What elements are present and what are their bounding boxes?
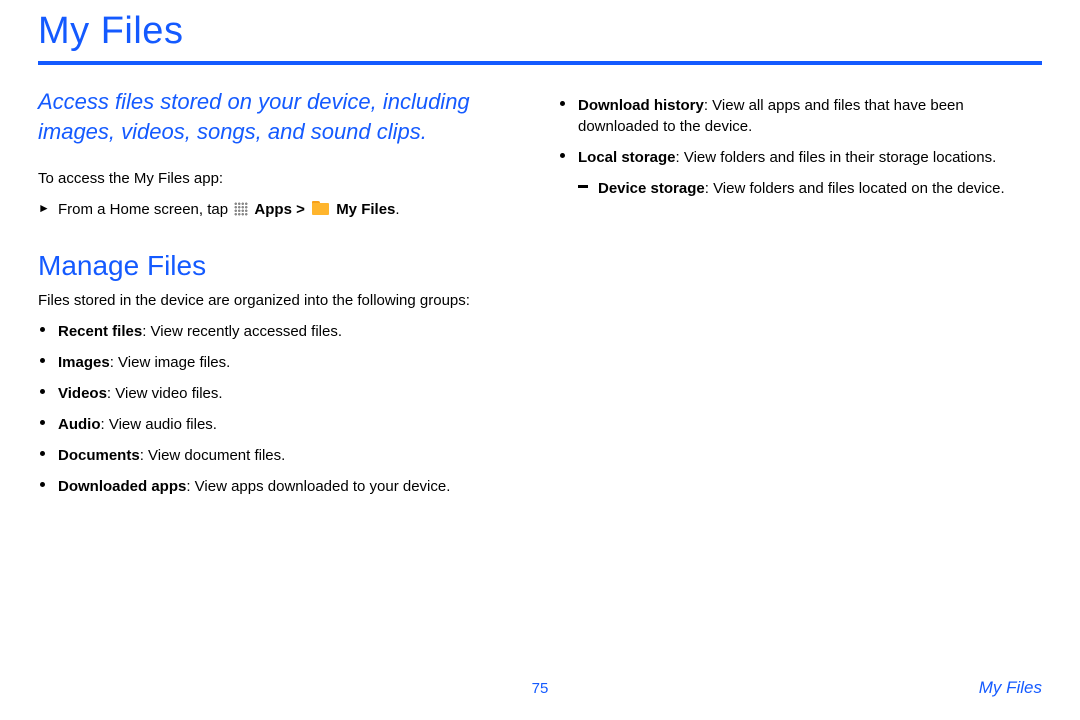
apps-grid-icon (234, 202, 248, 216)
list-item: Audio: View audio files. (38, 414, 522, 435)
list-item: Documents: View document files. (38, 445, 522, 466)
step-myfiles-label: My Files (336, 201, 395, 218)
page-title: My Files (38, 10, 1042, 65)
left-list: Recent files: View recently accessed fil… (38, 321, 522, 497)
footer-breadcrumb: My Files (548, 678, 1042, 698)
groups-intro: Files stored in the device are organized… (38, 290, 522, 311)
step-period: . (395, 201, 399, 218)
step-separator: > (292, 201, 309, 218)
sub-list-item: Device storage: View folders and files l… (578, 178, 1042, 199)
nav-step: ► From a Home screen, tap Apps > My File… (38, 199, 522, 220)
list-item: Downloaded apps: View apps downloaded to… (38, 476, 522, 497)
right-list: Download history: View all apps and file… (558, 95, 1042, 199)
right-column: Download history: View all apps and file… (558, 87, 1042, 507)
access-intro: To access the My Files app: (38, 168, 522, 189)
list-item: Recent files: View recently accessed fil… (38, 321, 522, 342)
list-item: Images: View image files. (38, 352, 522, 373)
folder-icon (312, 201, 329, 216)
list-item: Videos: View video files. (38, 383, 522, 404)
step-prefix: From a Home screen, tap (58, 201, 232, 218)
step-arrow-icon: ► (38, 200, 50, 217)
page-number: 75 (532, 680, 549, 697)
list-item: Download history: View all apps and file… (558, 95, 1042, 137)
left-column: Access files stored on your device, incl… (38, 87, 522, 507)
manual-page: My Files Access files stored on your dev… (0, 0, 1080, 720)
step-apps-label: Apps (254, 201, 292, 218)
intro-blurb: Access files stored on your device, incl… (38, 87, 522, 146)
content-columns: Access files stored on your device, incl… (38, 87, 1042, 507)
list-item: Local storage: View folders and files in… (558, 147, 1042, 199)
page-footer: 75 My Files (38, 678, 1042, 698)
sub-list: Device storage: View folders and files l… (578, 178, 1042, 199)
section-heading: Manage Files (38, 250, 522, 282)
